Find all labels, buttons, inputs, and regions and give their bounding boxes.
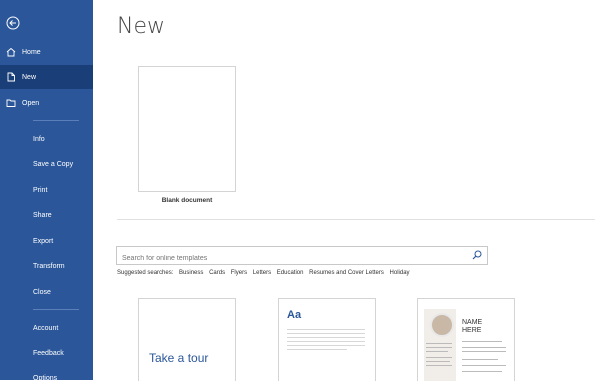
sidebar-item-label: Print: [33, 186, 48, 194]
resume-text-line: [426, 351, 448, 352]
page-title: New: [117, 14, 165, 39]
template-text-line: [287, 345, 365, 346]
blank-document-label: Blank document: [161, 197, 213, 204]
sidebar-item-label: Export: [33, 237, 54, 245]
sidebar-item-label: New: [22, 73, 37, 81]
sidebar-item-feedback[interactable]: Feedback: [0, 341, 93, 365]
resume-name: NAME HERE: [462, 319, 510, 335]
suggested-search-resumes[interactable]: Resumes and Cover Letters: [309, 270, 384, 276]
resume-photo: [430, 313, 454, 337]
search-icon[interactable]: [472, 250, 482, 260]
template-title: Take a tour: [149, 351, 209, 365]
suggested-search-cards[interactable]: Cards: [209, 270, 225, 276]
template-text-line: [287, 329, 365, 330]
suggested-searches: Suggested searches: Business Cards Flyer…: [117, 270, 414, 276]
template-text-line: [287, 349, 347, 350]
resume-text-line: [462, 351, 506, 352]
blank-document-thumbnail[interactable]: [138, 66, 236, 192]
sidebar-item-new[interactable]: New: [0, 65, 93, 89]
resume-text-line: [426, 365, 452, 366]
resume-text-line: [462, 341, 502, 342]
sidebar-item-label: Info: [33, 135, 45, 143]
sidebar-item-share[interactable]: Share: [0, 203, 93, 227]
main-panel: New Blank document Suggested searches: B…: [93, 0, 595, 381]
sidebar-item-label: Home: [22, 48, 41, 56]
back-arrow-icon[interactable]: [6, 16, 20, 30]
sidebar-item-print[interactable]: Print: [0, 178, 93, 202]
sidebar-item-label: Share: [33, 211, 52, 219]
suggested-search-business[interactable]: Business: [179, 270, 203, 276]
new-document-icon: [7, 72, 15, 82]
resume-text-line: [462, 365, 506, 366]
template-text-line: [287, 337, 365, 338]
template-resume[interactable]: NAME HERE: [417, 298, 515, 381]
suggested-search-education[interactable]: Education: [277, 270, 304, 276]
template-title: Aa: [287, 309, 302, 321]
sidebar-item-label: Options: [33, 374, 58, 382]
sidebar-item-close[interactable]: Close: [0, 280, 93, 304]
home-icon: [6, 47, 16, 57]
sidebar-item-info[interactable]: Info: [0, 127, 93, 151]
sidebar-item-account[interactable]: Account: [0, 316, 93, 340]
resume-name-line: NAME: [462, 319, 483, 326]
sidebar-item-label: Open: [22, 99, 40, 107]
section-divider: [117, 219, 595, 220]
template-single-spaced[interactable]: Aa: [278, 298, 376, 381]
template-text-line: [287, 333, 365, 334]
backstage-sidebar: Home New Open Info Save a Copy Print Sha…: [0, 0, 93, 382]
resume-text-line: [426, 361, 450, 362]
template-search-input[interactable]: [117, 251, 462, 266]
resume-text-line: [426, 357, 452, 358]
resume-name-line: HERE: [462, 327, 482, 334]
sidebar-item-label: Close: [33, 288, 51, 296]
resume-text-line: [462, 359, 498, 360]
sidebar-item-export[interactable]: Export: [0, 229, 93, 253]
resume-text-line: [462, 371, 502, 372]
sidebar-item-options[interactable]: Options: [0, 366, 93, 390]
sidebar-item-label: Save a Copy: [33, 160, 74, 168]
resume-text-line: [426, 347, 452, 348]
suggested-searches-label: Suggested searches:: [117, 270, 174, 276]
sidebar-item-transform[interactable]: Transform: [0, 254, 93, 278]
folder-icon: [6, 99, 16, 107]
resume-text-line: [462, 347, 506, 348]
sidebar-item-label: Account: [33, 324, 59, 332]
sidebar-divider: [33, 309, 79, 310]
sidebar-item-home[interactable]: Home: [0, 40, 93, 64]
suggested-search-flyers[interactable]: Flyers: [231, 270, 247, 276]
sidebar-item-label: Feedback: [33, 349, 64, 357]
template-search-box: [116, 246, 488, 266]
suggested-search-letters[interactable]: Letters: [253, 270, 271, 276]
sidebar-item-open[interactable]: Open: [0, 91, 93, 115]
sidebar-item-save-a-copy[interactable]: Save a Copy: [0, 152, 93, 176]
suggested-search-holiday[interactable]: Holiday: [390, 270, 410, 276]
resume-text-line: [426, 343, 452, 344]
sidebar-item-label: Transform: [33, 262, 65, 270]
template-take-a-tour[interactable]: Take a tour: [138, 298, 236, 381]
sidebar-divider: [33, 120, 79, 121]
template-text-line: [287, 341, 365, 342]
